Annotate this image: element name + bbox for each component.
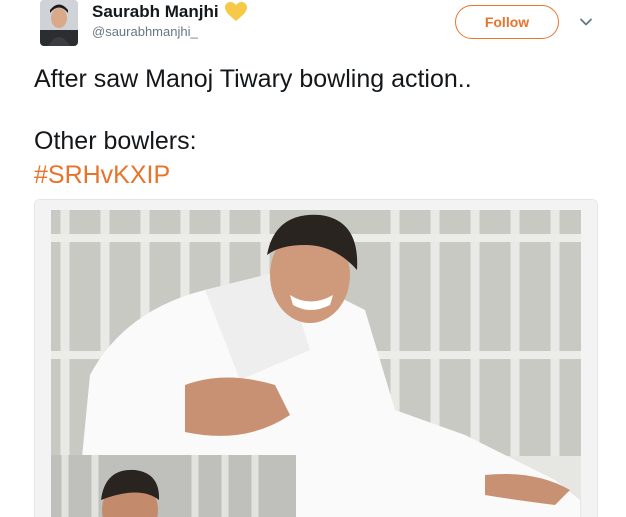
- user-handle[interactable]: @saurabhmanjhi_: [92, 24, 247, 39]
- display-name[interactable]: Saurabh Manjhi: [92, 2, 219, 22]
- avatar[interactable]: [40, 0, 78, 46]
- tweet-text: After saw Manoj Tiwary bowling action.. …: [34, 62, 604, 192]
- tweet-line-1: After saw Manoj Tiwary bowling action..: [34, 65, 472, 93]
- hashtag-link[interactable]: #SRHvKXIP: [34, 158, 604, 192]
- user-info: Saurabh Manjhi @saurabhmanjhi_: [92, 2, 247, 39]
- follow-button[interactable]: Follow: [455, 5, 559, 39]
- yellow-heart-icon: [224, 2, 247, 22]
- tweet-card: Saurabh Manjhi @saurabhmanjhi_ Follow Af…: [0, 0, 626, 517]
- tweet-line-2: Other bowlers:: [34, 127, 197, 155]
- meme-photo: [35, 200, 597, 517]
- display-name-row: Saurabh Manjhi: [92, 2, 247, 22]
- tweet-media[interactable]: [34, 199, 598, 517]
- chevron-down-icon[interactable]: [578, 14, 594, 30]
